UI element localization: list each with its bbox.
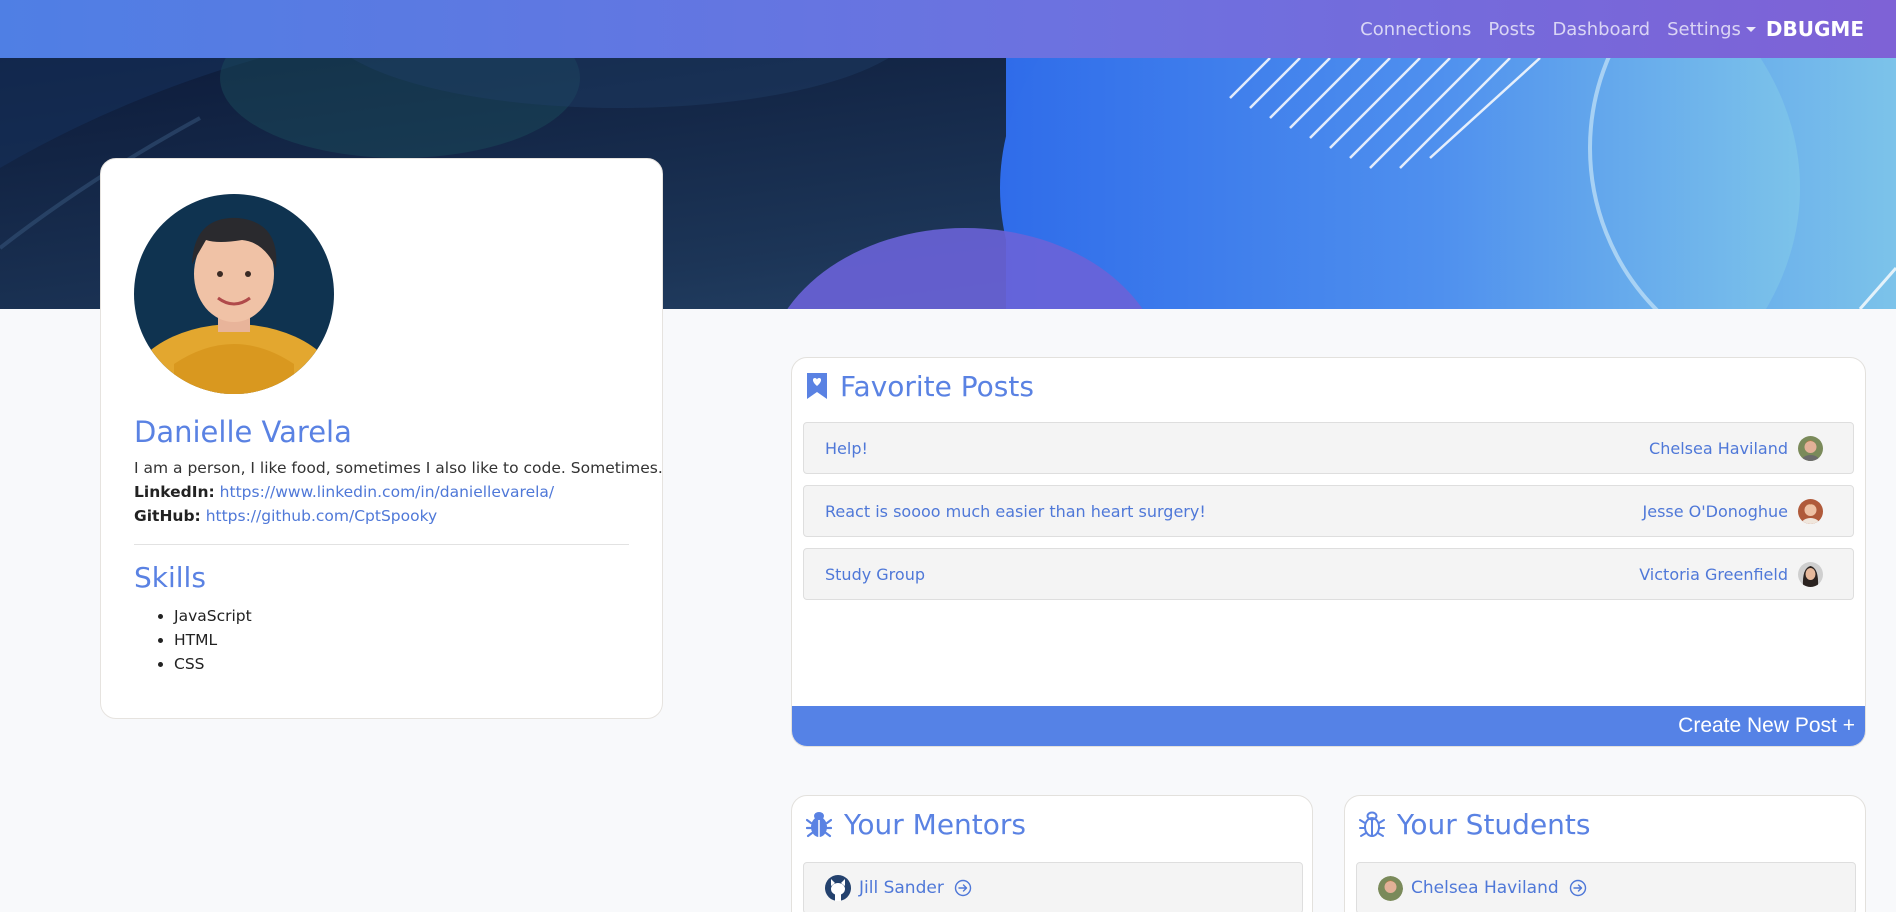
github-label: GitHub:	[134, 507, 201, 525]
student-row[interactable]: Chelsea Haviland	[1356, 862, 1856, 912]
favorite-posts-panel: Favorite Posts Help! Chelsea Haviland Re…	[791, 357, 1866, 747]
skills-list: JavaScript HTML CSS	[134, 604, 629, 676]
post-row[interactable]: Study Group Victoria Greenfield	[803, 548, 1854, 600]
nav-settings-label: Settings	[1667, 18, 1741, 40]
nav-dashboard[interactable]: Dashboard	[1552, 19, 1650, 40]
post-title[interactable]: Help!	[825, 439, 1649, 458]
student-name[interactable]: Chelsea Haviland	[1411, 878, 1559, 898]
linkedin-link[interactable]: https://www.linkedin.com/in/daniellevare…	[220, 483, 554, 501]
top-navbar: Connections Posts Dashboard Settings DBU…	[0, 0, 1896, 58]
post-row[interactable]: Help! Chelsea Haviland	[803, 422, 1854, 474]
nav-connections[interactable]: Connections	[1360, 19, 1471, 40]
github-link[interactable]: https://github.com/CptSpooky	[206, 507, 438, 525]
post-author[interactable]: Jesse O'Donoghue	[1643, 502, 1788, 521]
github-octocat-icon	[825, 875, 851, 901]
caret-down-icon	[1745, 27, 1756, 32]
skill-item: HTML	[174, 628, 629, 652]
favorite-posts-header: Favorite Posts	[792, 358, 1865, 414]
mentor-row[interactable]: Jill Sander	[803, 862, 1303, 912]
students-header: Your Students	[1345, 796, 1865, 852]
students-title: Your Students	[1397, 807, 1591, 841]
mentors-panel: Your Mentors Jill Sander	[791, 795, 1313, 912]
profile-avatar	[134, 194, 334, 394]
brand-logo[interactable]: DBUGME	[1766, 17, 1864, 41]
author-avatar	[1798, 435, 1823, 461]
create-new-post-button[interactable]: Create New Post +	[792, 706, 1865, 746]
author-avatar	[1798, 561, 1823, 587]
student-avatar	[1378, 875, 1403, 901]
skill-item: JavaScript	[174, 604, 629, 628]
nav-posts[interactable]: Posts	[1488, 19, 1535, 40]
github-line: GitHub: https://github.com/CptSpooky	[134, 504, 629, 528]
arrow-right-circle-icon[interactable]	[1569, 879, 1587, 897]
mentor-name[interactable]: Jill Sander	[859, 878, 944, 898]
post-title[interactable]: React is soooo much easier than heart su…	[825, 502, 1643, 521]
profile-card: Danielle Varela I am a person, I like fo…	[100, 158, 663, 719]
author-avatar	[1798, 498, 1823, 524]
skill-item: CSS	[174, 652, 629, 676]
profile-bio: I am a person, I like food, sometimes I …	[134, 459, 663, 477]
skills-title: Skills	[134, 561, 206, 594]
mentors-header: Your Mentors	[792, 796, 1312, 852]
profile-divider	[134, 544, 629, 545]
post-title[interactable]: Study Group	[825, 565, 1639, 584]
bookmark-heart-icon	[807, 373, 827, 399]
bug-icon	[806, 812, 832, 838]
profile-name: Danielle Varela	[134, 415, 352, 449]
linkedin-line: LinkedIn: https://www.linkedin.com/in/da…	[134, 480, 629, 504]
linkedin-label: LinkedIn:	[134, 483, 215, 501]
post-author[interactable]: Victoria Greenfield	[1639, 565, 1788, 584]
arrow-right-circle-icon[interactable]	[954, 879, 972, 897]
favorite-posts-title: Favorite Posts	[840, 369, 1034, 403]
students-panel: Your Students Chelsea Haviland	[1344, 795, 1866, 912]
post-author[interactable]: Chelsea Haviland	[1649, 439, 1788, 458]
nav-settings-dropdown[interactable]: Settings	[1667, 19, 1756, 40]
mentors-title: Your Mentors	[844, 807, 1027, 841]
post-row[interactable]: React is soooo much easier than heart su…	[803, 485, 1854, 537]
bug-outline-icon	[1359, 811, 1385, 837]
